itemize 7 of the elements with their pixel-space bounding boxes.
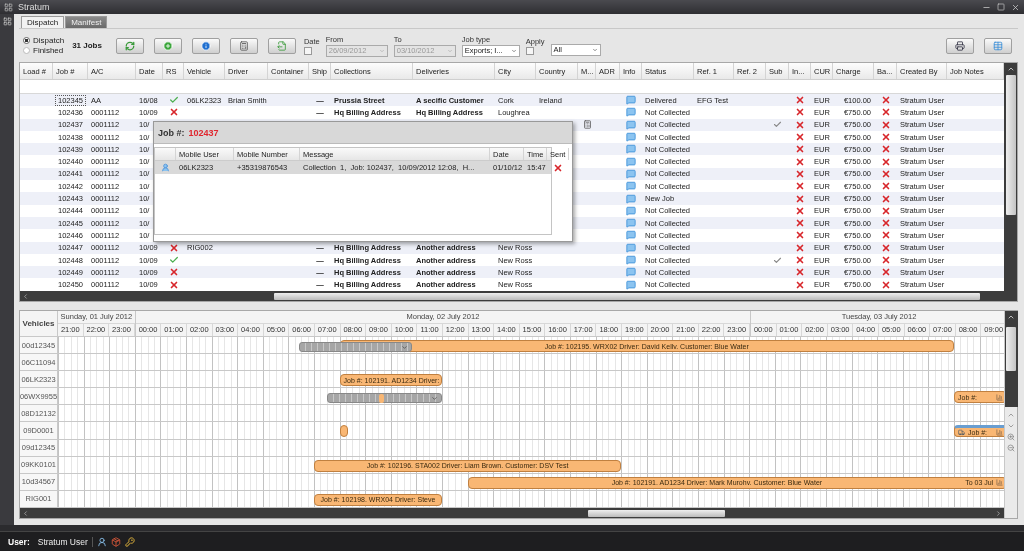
job-count: 31 Jobs — [72, 41, 102, 50]
user-name: Stratum User — [33, 536, 93, 547]
popup-job-number: 102437 — [188, 127, 219, 138]
popup-title: Job #: — [158, 127, 185, 138]
vehicles-heading: Vehicles — [20, 311, 58, 336]
user-label: User: — [8, 536, 30, 547]
window-title: Stratum — [18, 2, 51, 12]
